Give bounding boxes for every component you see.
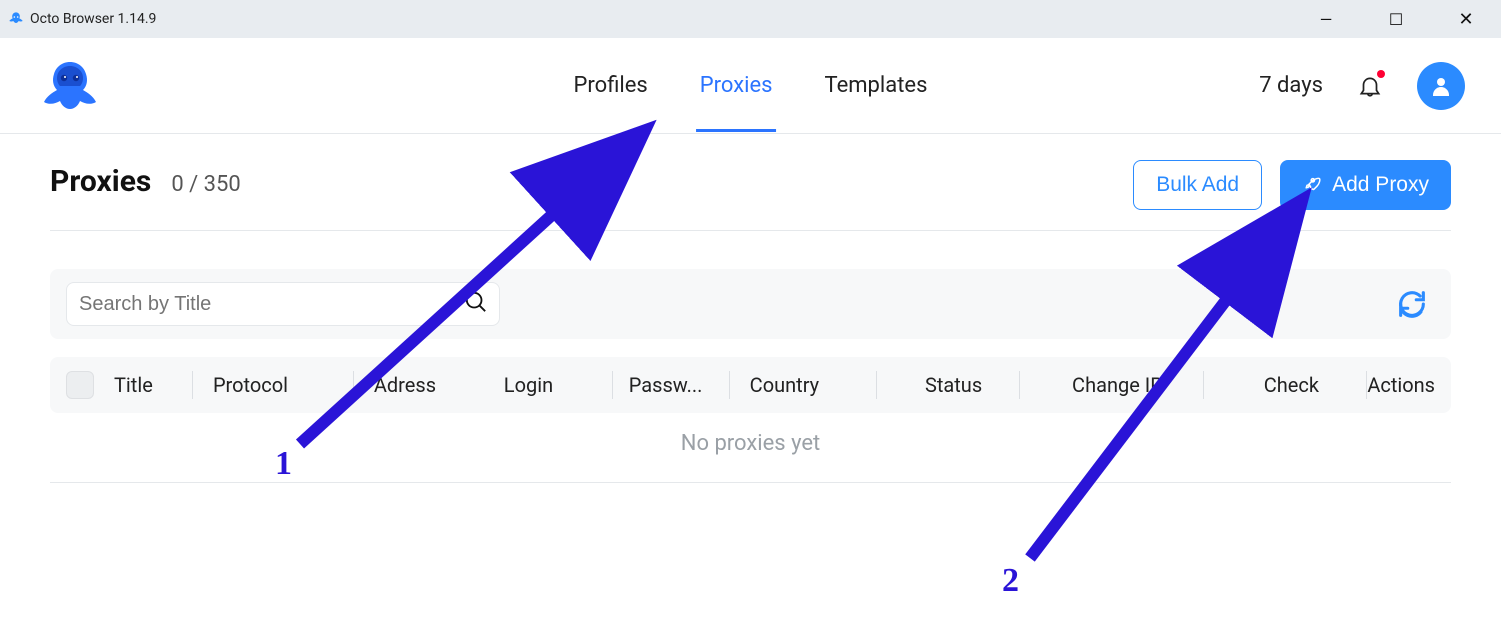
table-header: Title Protocol Adress Login Passw... Cou… [50,357,1451,413]
col-address: Adress [374,373,484,397]
minimize-button[interactable]: — [1291,0,1361,38]
days-remaining: 7 days [1259,73,1323,98]
window-title: Octo Browser 1.14.9 [30,11,156,27]
maximize-button[interactable]: ☐ [1361,0,1431,38]
app-icon [8,11,24,27]
col-change-ip: Change IP [1032,373,1204,397]
octo-logo [36,58,104,114]
search-row [50,269,1451,339]
select-all-checkbox[interactable] [66,371,94,399]
bulk-add-button[interactable]: Bulk Add [1133,160,1262,210]
page-content: Proxies 0 / 350 Bulk Add Add Proxy Title [0,134,1501,483]
empty-state: No proxies yet [50,413,1451,483]
col-password: Passw... [629,373,729,397]
col-actions: Actions [1367,373,1435,397]
tab-profiles[interactable]: Profiles [574,39,648,132]
col-title: Title [114,373,192,397]
notifications-bell[interactable] [1357,72,1383,100]
page-title-left: Proxies 0 / 350 [50,164,241,199]
add-proxy-button[interactable]: Add Proxy [1280,160,1451,210]
app-header: Profiles Proxies Templates 7 days [0,38,1501,134]
tab-proxies[interactable]: Proxies [700,39,773,132]
col-separator [1203,371,1204,399]
notification-dot-icon [1377,70,1385,78]
col-status: Status [889,373,1019,397]
page-title: Proxies [50,164,151,199]
search-input[interactable] [79,293,457,316]
col-separator [192,371,193,399]
rocket-icon [1302,172,1322,198]
add-proxy-label: Add Proxy [1332,173,1429,197]
tab-templates[interactable]: Templates [825,39,928,132]
col-separator [1019,371,1020,399]
refresh-button[interactable] [1389,281,1435,327]
col-country: Country [750,373,876,397]
header-right: 7 days [1259,62,1465,110]
close-button[interactable]: ✕ [1431,0,1501,38]
window-controls: — ☐ ✕ [1291,0,1501,38]
col-separator [612,371,613,399]
search-icon[interactable] [465,291,487,317]
nav-tabs: Profiles Proxies Templates [574,39,928,132]
proxy-count: 0 / 350 [171,172,240,197]
col-separator [876,371,877,399]
search-box [66,282,500,326]
user-avatar[interactable] [1417,62,1465,110]
window-titlebar: Octo Browser 1.14.9 — ☐ ✕ [0,0,1501,38]
page-actions: Bulk Add Add Proxy [1133,160,1451,210]
col-separator [729,371,730,399]
col-check: Check [1216,373,1366,397]
annotation-label-2: 2 [1002,562,1019,599]
col-protocol: Protocol [213,373,353,397]
page-title-row: Proxies 0 / 350 Bulk Add Add Proxy [50,160,1451,231]
col-separator [353,371,354,399]
col-login: Login [504,373,612,397]
